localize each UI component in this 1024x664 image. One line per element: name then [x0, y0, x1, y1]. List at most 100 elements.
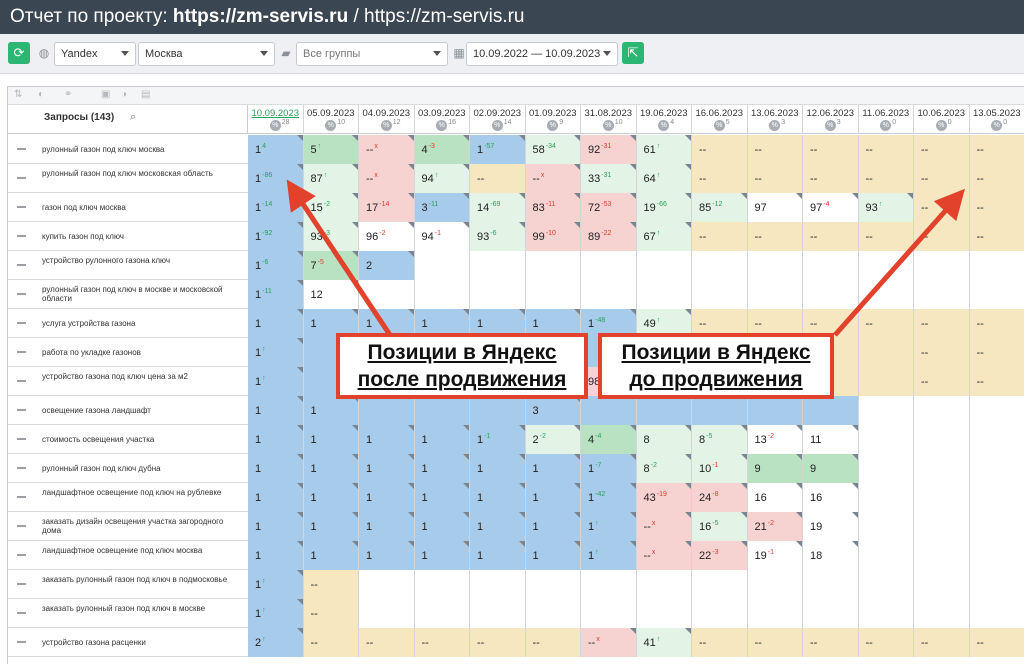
- position-cell[interactable]: --x: [359, 164, 415, 193]
- position-cell[interactable]: --: [303, 599, 359, 628]
- position-cell[interactable]: [636, 599, 692, 628]
- position-cell[interactable]: [636, 396, 692, 425]
- position-cell[interactable]: 12: [303, 280, 359, 309]
- region-select[interactable]: Москва: [138, 42, 275, 66]
- position-cell[interactable]: 72-53: [581, 193, 637, 222]
- row-menu-icon[interactable]: [17, 351, 26, 353]
- position-cell[interactable]: 19: [803, 512, 859, 541]
- position-cell[interactable]: [414, 280, 470, 309]
- position-cell[interactable]: 94↑: [414, 164, 470, 193]
- position-cell[interactable]: 1: [248, 483, 304, 512]
- position-cell[interactable]: 1: [414, 483, 470, 512]
- position-cell[interactable]: 85-12: [692, 193, 748, 222]
- position-cell[interactable]: 61↑: [636, 135, 692, 164]
- date-column-header[interactable]: 04.09.2023% 12: [359, 105, 415, 134]
- search-engine-select[interactable]: Yandex: [54, 42, 136, 66]
- position-cell[interactable]: 1: [359, 454, 415, 483]
- position-cell[interactable]: [414, 396, 470, 425]
- position-cell[interactable]: 67↑: [636, 222, 692, 251]
- position-cell[interactable]: [969, 483, 1024, 512]
- position-cell[interactable]: [858, 338, 914, 367]
- position-cell[interactable]: [636, 251, 692, 280]
- position-cell[interactable]: [747, 396, 803, 425]
- export-button[interactable]: ⇱: [622, 42, 644, 64]
- position-cell[interactable]: 1: [525, 541, 581, 570]
- position-cell[interactable]: 1↑: [248, 599, 304, 628]
- position-cell[interactable]: [692, 599, 748, 628]
- position-cell[interactable]: 4-4: [581, 425, 637, 454]
- position-cell[interactable]: [414, 570, 470, 599]
- position-cell[interactable]: 21-2: [747, 512, 803, 541]
- row-menu-icon[interactable]: [17, 409, 26, 411]
- position-cell[interactable]: --: [969, 164, 1024, 193]
- position-cell[interactable]: 14-69: [470, 193, 526, 222]
- date-column-header[interactable]: 01.09.2023% 9: [525, 105, 581, 134]
- date-column-header[interactable]: 05.09.2023% 10: [303, 105, 359, 134]
- position-cell[interactable]: [359, 280, 415, 309]
- position-cell[interactable]: 64↑: [636, 164, 692, 193]
- position-cell[interactable]: 1-42: [581, 483, 637, 512]
- position-cell[interactable]: [525, 599, 581, 628]
- position-cell[interactable]: [858, 425, 914, 454]
- position-cell[interactable]: [525, 570, 581, 599]
- position-cell[interactable]: 1: [359, 483, 415, 512]
- position-cell[interactable]: 16-5: [692, 512, 748, 541]
- position-cell[interactable]: --: [858, 164, 914, 193]
- position-cell[interactable]: --: [803, 628, 859, 657]
- row-menu-icon[interactable]: [17, 641, 26, 643]
- position-cell[interactable]: 8: [636, 425, 692, 454]
- position-cell[interactable]: [414, 251, 470, 280]
- row-menu-icon[interactable]: [17, 583, 26, 585]
- position-cell[interactable]: 1: [303, 483, 359, 512]
- position-cell[interactable]: [747, 599, 803, 628]
- position-cell[interactable]: --: [858, 309, 914, 338]
- position-cell[interactable]: 1↑: [581, 512, 637, 541]
- date-column-header[interactable]: 10.09.2023% 28: [248, 105, 304, 134]
- position-cell[interactable]: --: [692, 628, 748, 657]
- position-cell[interactable]: 1-14: [248, 193, 304, 222]
- position-cell[interactable]: [969, 280, 1024, 309]
- position-cell[interactable]: [969, 396, 1024, 425]
- row-menu-icon[interactable]: [17, 206, 26, 208]
- position-cell[interactable]: 1-92: [248, 222, 304, 251]
- position-cell[interactable]: --: [747, 628, 803, 657]
- position-cell[interactable]: 1: [303, 454, 359, 483]
- position-cell[interactable]: [969, 425, 1024, 454]
- position-cell[interactable]: 13-2: [747, 425, 803, 454]
- project-url[interactable]: https://zm-servis.ru: [364, 6, 524, 27]
- position-cell[interactable]: 1: [525, 512, 581, 541]
- position-cell[interactable]: 1: [414, 454, 470, 483]
- position-cell[interactable]: [581, 570, 637, 599]
- position-cell[interactable]: [747, 570, 803, 599]
- position-cell[interactable]: [581, 251, 637, 280]
- position-cell[interactable]: 1: [303, 541, 359, 570]
- position-cell[interactable]: 1: [525, 454, 581, 483]
- position-cell[interactable]: [914, 541, 970, 570]
- position-cell[interactable]: 1-57: [470, 135, 526, 164]
- position-cell[interactable]: [803, 396, 859, 425]
- position-cell[interactable]: [969, 251, 1024, 280]
- position-cell[interactable]: 19-66: [636, 193, 692, 222]
- sort-icon[interactable]: ⇅: [14, 89, 22, 100]
- position-cell[interactable]: --: [969, 193, 1024, 222]
- position-cell[interactable]: [914, 483, 970, 512]
- position-cell[interactable]: --: [969, 628, 1024, 657]
- date-column-header[interactable]: 31.08.2023% 10: [581, 105, 637, 134]
- position-cell[interactable]: 43-19: [636, 483, 692, 512]
- position-cell[interactable]: [969, 512, 1024, 541]
- position-cell[interactable]: 7-5: [303, 251, 359, 280]
- position-cell[interactable]: 1: [248, 541, 304, 570]
- position-cell[interactable]: [525, 251, 581, 280]
- row-menu-icon[interactable]: [17, 554, 26, 556]
- position-cell[interactable]: 89-22: [581, 222, 637, 251]
- position-cell[interactable]: [858, 570, 914, 599]
- position-cell[interactable]: 87↑: [303, 164, 359, 193]
- position-cell[interactable]: [803, 280, 859, 309]
- position-cell[interactable]: 1: [525, 483, 581, 512]
- position-cell[interactable]: --: [914, 338, 970, 367]
- position-cell[interactable]: --: [747, 135, 803, 164]
- position-cell[interactable]: 1: [414, 425, 470, 454]
- position-cell[interactable]: --: [803, 135, 859, 164]
- position-cell[interactable]: --: [914, 628, 970, 657]
- calendar-small-icon[interactable]: ▤: [141, 89, 150, 100]
